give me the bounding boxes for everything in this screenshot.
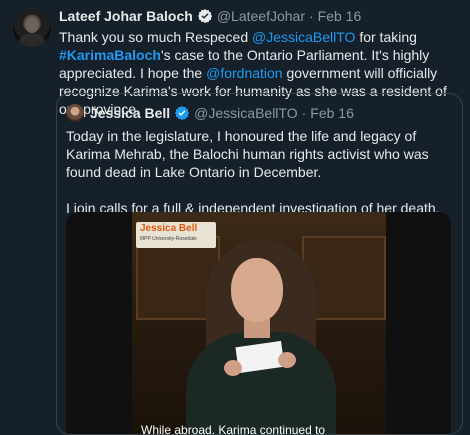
quoted-tweet[interactable]: Jessica Bell @JessicaBellTO · Feb 16 Tod…	[56, 93, 463, 435]
quoted-tweet-header: Jessica Bell @JessicaBellTO · Feb 16	[66, 104, 354, 122]
tweet-text-part: for taking	[355, 29, 417, 45]
separator-dot: ·	[301, 105, 307, 121]
mention-link[interactable]: @JessicaBellTO	[252, 29, 355, 45]
tweet[interactable]: Lateef Johar Baloch @LateefJohar · Feb 1…	[0, 0, 470, 435]
speaker-face	[231, 258, 283, 322]
quoted-author-avatar[interactable]	[66, 104, 84, 122]
author-handle[interactable]: @LateefJohar	[217, 8, 305, 24]
verified-badge-icon	[175, 106, 190, 120]
video-player[interactable]: Jessica Bell MPP University-Rosedale Whi…	[66, 212, 451, 434]
tweet-date[interactable]: Feb 16	[318, 8, 362, 24]
quoted-author-name[interactable]: Jessica Bell	[90, 105, 170, 121]
verified-badge-icon	[197, 9, 212, 23]
quoted-tweet-date[interactable]: Feb 16	[310, 105, 354, 121]
avatar-face	[25, 17, 39, 33]
speaker-hand	[278, 352, 296, 368]
hashtag-link[interactable]: #KarimaBaloch	[59, 47, 161, 63]
overlay-title: Jessica Bell	[140, 223, 198, 234]
mention-link[interactable]: @fordnation	[206, 65, 282, 81]
quoted-author-handle[interactable]: @JessicaBellTO	[194, 105, 297, 121]
author-avatar[interactable]	[13, 9, 51, 47]
author-name[interactable]: Lateef Johar Baloch	[59, 8, 193, 24]
tweet-header: Lateef Johar Baloch @LateefJohar · Feb 1…	[59, 7, 464, 25]
quoted-paragraph: Today in the legislature, I honoured the…	[66, 128, 429, 180]
speaker-hand	[224, 360, 242, 376]
tweet-text-part: Thank you so much Respeced	[59, 29, 252, 45]
separator-dot: ·	[308, 8, 314, 24]
video-name-overlay: Jessica Bell MPP University-Rosedale	[136, 222, 216, 248]
video-caption: While abroad, Karima continued to	[141, 423, 326, 434]
avatar-body	[19, 33, 45, 47]
overlay-subtitle: MPP University-Rosedale	[140, 236, 197, 242]
video-frame: Jessica Bell MPP University-Rosedale	[132, 212, 386, 434]
